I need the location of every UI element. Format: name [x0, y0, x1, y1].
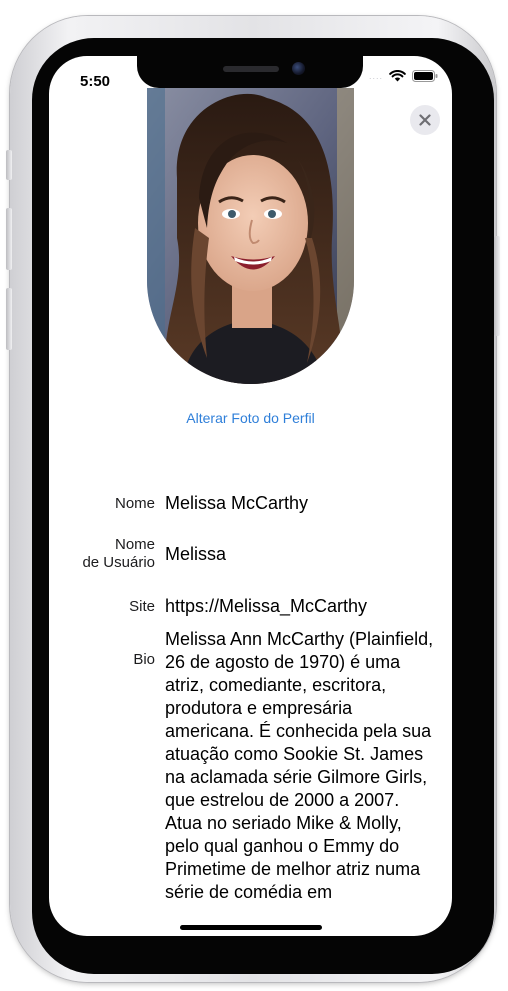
- silent-switch: [6, 150, 12, 180]
- username-field[interactable]: Melissa: [165, 543, 437, 566]
- speaker-grille: [223, 66, 279, 72]
- name-field[interactable]: Melissa McCarthy: [165, 492, 437, 515]
- phone-screen: 5:50 .... Alterar Foto do Perfil Nome Me…: [49, 56, 452, 936]
- change-profile-photo-link[interactable]: Alterar Foto do Perfil: [49, 410, 452, 426]
- volume-down-button: [6, 288, 12, 350]
- bio-label: Bio: [133, 651, 155, 668]
- power-button: [494, 236, 500, 336]
- status-icons: ....: [369, 70, 438, 82]
- home-indicator[interactable]: [180, 925, 322, 930]
- signal-icon: ....: [368, 71, 383, 81]
- site-field[interactable]: https://Melissa_McCarthy: [165, 595, 437, 618]
- username-label-line1: Nome: [114, 536, 155, 553]
- username-label-line2: de Usuário: [82, 554, 155, 571]
- profile-photo-illustration: [147, 88, 354, 384]
- close-button[interactable]: [410, 105, 440, 135]
- status-time: 5:50: [80, 73, 111, 90]
- profile-photo: [147, 88, 354, 384]
- name-label: Nome: [114, 495, 155, 512]
- battery-icon: [412, 70, 438, 82]
- username-label: Nome de Usuário: [82, 536, 155, 572]
- front-camera: [292, 62, 305, 75]
- site-label: Site: [129, 598, 155, 615]
- bio-field[interactable]: Melissa Ann McCarthy (Plainfield, 26 de …: [165, 628, 437, 904]
- close-icon: [419, 114, 431, 126]
- notch: [137, 56, 363, 88]
- wifi-icon: [389, 70, 406, 82]
- volume-up-button: [6, 208, 12, 270]
